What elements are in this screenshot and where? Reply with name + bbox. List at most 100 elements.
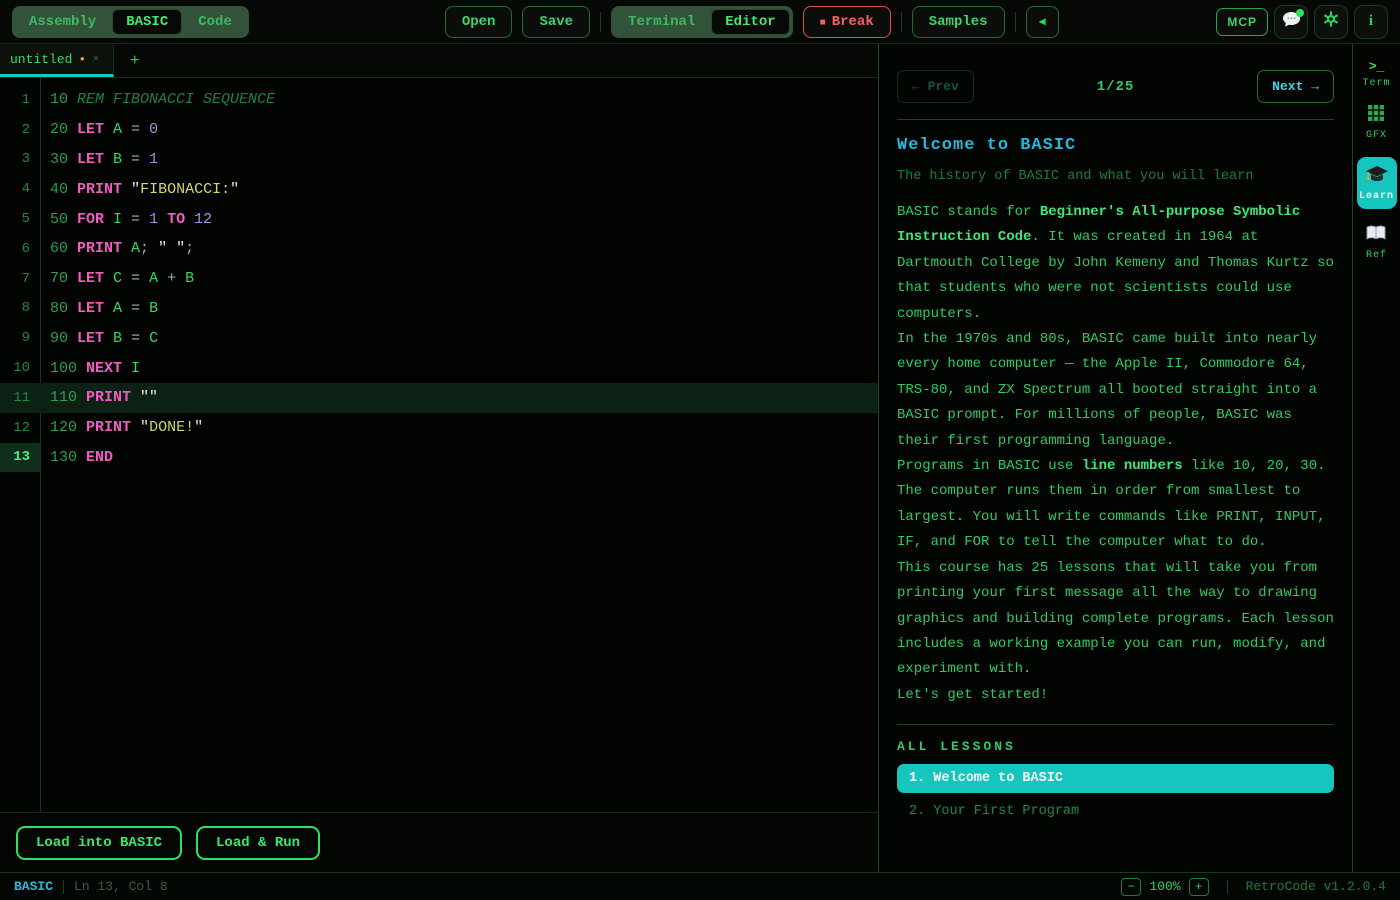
lesson-paragraph: In the 1970s and 80s, BASIC came built i… (897, 327, 1334, 454)
zoom-level: 100% (1149, 879, 1180, 894)
editor-actionbar: Load into BASIC Load & Run (0, 812, 878, 872)
view-tab-editor[interactable]: Editor (711, 9, 789, 35)
terminal-icon: >_ (1369, 60, 1385, 74)
next-lesson-button[interactable]: Next → (1257, 70, 1334, 103)
new-tab-button[interactable]: + (114, 44, 156, 77)
line-number: 5 (0, 204, 40, 234)
line-number: 8 (0, 294, 40, 324)
code-line-text[interactable]: 100 NEXT I (40, 360, 140, 377)
load-and-run-button[interactable]: Load & Run (196, 826, 320, 860)
lesson-paragraph: Let's get started! (897, 683, 1334, 708)
code-line-text[interactable]: 60 PRINT A; " "; (40, 240, 194, 257)
zoom-in-button[interactable]: + (1189, 878, 1209, 896)
code-line[interactable]: 10100 NEXT I (0, 353, 878, 383)
code-line[interactable]: 990 LET B = C (0, 323, 878, 353)
toolbar-divider (600, 12, 601, 32)
language-switcher: Assembly BASIC Code (12, 6, 249, 38)
line-number: 9 (0, 323, 40, 353)
lesson-paragraph: Programs in BASIC use line numbers like … (897, 454, 1334, 556)
stop-square-icon: ■ (820, 18, 826, 29)
lesson-list-item[interactable]: 2. Your First Program (897, 797, 1334, 826)
view-switcher: Terminal Editor (611, 6, 793, 38)
modified-dot-icon: • (78, 52, 86, 67)
code-line[interactable]: 660 PRINT A; " "; (0, 234, 878, 264)
line-number: 7 (0, 264, 40, 294)
lesson-list-item[interactable]: 1. Welcome to BASIC (897, 764, 1334, 793)
code-line-text[interactable]: 130 END (40, 449, 113, 466)
rail-item-gfx[interactable]: GFX (1366, 105, 1387, 141)
line-number: 2 (0, 115, 40, 145)
divider (1227, 880, 1228, 894)
load-into-basic-button[interactable]: Load into BASIC (16, 826, 182, 860)
lesson-paragraph: BASIC stands for Beginner's All-purpose … (897, 200, 1334, 327)
line-number: 6 (0, 234, 40, 264)
lesson-pager-count: 1/25 (1097, 79, 1135, 95)
editor-tabbar: untitled • × + (0, 44, 878, 78)
divider (897, 724, 1334, 725)
code-line[interactable]: 440 PRINT "FIBONACCI:" (0, 174, 878, 204)
cursor-position: Ln 13, Col 8 (74, 879, 168, 894)
rail-label: GFX (1366, 130, 1387, 141)
prev-lesson-button[interactable]: ← Prev (897, 70, 974, 103)
samples-button[interactable]: Samples (912, 6, 1005, 38)
open-button[interactable]: Open (445, 6, 513, 38)
status-mode: BASIC (14, 879, 53, 894)
rail-label: Ref (1366, 250, 1387, 261)
lesson-body: BASIC stands for Beginner's All-purpose … (897, 200, 1334, 708)
rail-item-learn[interactable]: Learn (1357, 157, 1397, 209)
close-tab-icon[interactable]: × (92, 52, 99, 66)
code-line[interactable]: 770 LET C = A + B (0, 264, 878, 294)
lesson-title: Welcome to BASIC (897, 136, 1334, 155)
settings-button[interactable] (1314, 5, 1348, 39)
lang-tab-code[interactable]: Code (184, 9, 246, 35)
info-button[interactable]: i (1354, 5, 1388, 39)
line-number: 1 (0, 85, 40, 115)
code-line-text[interactable]: 40 PRINT "FIBONACCI:" (40, 181, 239, 198)
rail-label: Term (1362, 78, 1390, 89)
code-line[interactable]: 12120 PRINT "DONE!" (0, 413, 878, 443)
tab-title: untitled (10, 52, 72, 67)
collapse-panel-button[interactable]: ◀ (1026, 6, 1059, 38)
rail-label: Learn (1359, 191, 1394, 202)
rail-item-ref[interactable]: Ref (1366, 225, 1387, 261)
code-line[interactable]: 220 LET A = 0 (0, 115, 878, 145)
line-number: 12 (0, 413, 40, 443)
code-line-text[interactable]: 50 FOR I = 1 TO 12 (40, 211, 212, 228)
mcp-button[interactable]: MCP (1216, 8, 1268, 36)
toolbar-divider (1015, 12, 1016, 32)
line-number: 13 (0, 443, 40, 473)
code-line-text[interactable]: 80 LET A = B (40, 300, 158, 317)
code-line[interactable]: 880 LET A = B (0, 294, 878, 324)
lesson-list: 1. Welcome to BASIC 2. Your First Program (897, 764, 1334, 826)
all-lessons-heading: ALL LESSONS (897, 739, 1334, 754)
tab-untitled[interactable]: untitled • × (0, 44, 114, 77)
line-number: 11 (0, 383, 40, 413)
code-line-text[interactable]: 70 LET C = A + B (40, 270, 194, 287)
code-line-text[interactable]: 120 PRINT "DONE!" (40, 419, 203, 436)
status-dot-icon (1296, 9, 1304, 17)
code-editor[interactable]: 110 REM FIBONACCI SEQUENCE220 LET A = 03… (0, 78, 878, 812)
status-bar: BASIC Ln 13, Col 8 − 100% + RetroCode v1… (0, 872, 1400, 900)
zoom-out-button[interactable]: − (1121, 878, 1141, 896)
code-line-text[interactable]: 10 REM FIBONACCI SEQUENCE (40, 91, 275, 108)
code-line[interactable]: 13130 END (0, 443, 878, 473)
code-line-text[interactable]: 90 LET B = C (40, 330, 158, 347)
divider (897, 119, 1334, 120)
rail-item-term[interactable]: >_ Term (1362, 60, 1390, 89)
code-line-text[interactable]: 20 LET A = 0 (40, 121, 158, 138)
save-button[interactable]: Save (522, 6, 590, 38)
code-line[interactable]: 550 FOR I = 1 TO 12 (0, 204, 878, 234)
chat-button[interactable] (1274, 5, 1308, 39)
code-line[interactable]: 11110 PRINT "" (0, 383, 878, 413)
code-line-text[interactable]: 110 PRINT "" (40, 389, 158, 406)
line-number: 4 (0, 174, 40, 204)
lang-tab-basic[interactable]: BASIC (112, 9, 182, 35)
toolbar-divider (901, 12, 902, 32)
code-line-text[interactable]: 30 LET B = 1 (40, 151, 158, 168)
break-button[interactable]: ■Break (803, 6, 891, 38)
lang-tab-assembly[interactable]: Assembly (15, 9, 110, 35)
left-triangle-icon: ◀ (1039, 15, 1046, 29)
view-tab-terminal[interactable]: Terminal (614, 9, 709, 35)
code-line[interactable]: 330 LET B = 1 (0, 145, 878, 175)
code-line[interactable]: 110 REM FIBONACCI SEQUENCE (0, 85, 878, 115)
